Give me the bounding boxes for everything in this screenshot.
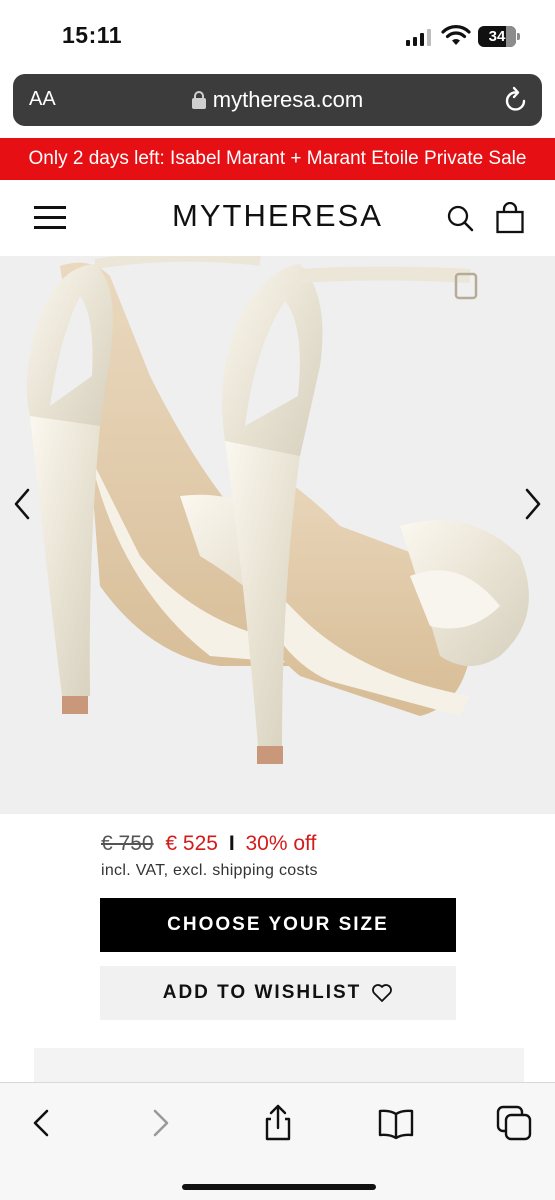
choose-size-button[interactable]: CHOOSE YOUR SIZE [100,898,456,952]
add-to-wishlist-button[interactable]: ADD TO WISHLIST [100,966,456,1020]
browser-address-area: AA mytheresa.com [0,72,555,138]
bookmarks-icon[interactable] [376,1103,416,1143]
wishlist-label: ADD TO WISHLIST [162,982,362,1003]
vat-note: incl. VAT, excl. shipping costs [101,862,318,879]
status-time: 15:11 [62,22,123,48]
discount-badge: 30% off [245,832,317,855]
url-display[interactable]: mytheresa.com [13,87,542,113]
cellular-signal-icon [406,28,431,46]
forward-icon[interactable] [140,1103,180,1143]
site-header: MYTHERESA [0,180,555,256]
status-bar: 15:11 34 [0,0,555,72]
product-image[interactable] [0,256,555,814]
original-price: € 750 [101,832,154,855]
next-image-icon[interactable] [519,484,549,524]
search-icon[interactable] [446,204,474,232]
reload-icon[interactable] [503,86,529,114]
heart-icon [372,984,393,1002]
battery-icon: 34 [478,26,520,47]
price-separator: I [228,832,235,855]
promo-banner[interactable]: Only 2 days left: Isabel Marant + Marant… [0,138,555,180]
price-line: € 750 € 525 I 30% off [101,832,316,856]
address-bar[interactable]: AA mytheresa.com [13,74,542,126]
shopping-bag-icon[interactable] [495,202,525,234]
sale-price: € 525 [165,832,218,855]
previous-image-icon[interactable] [6,484,36,524]
product-photo [26,256,529,764]
battery-level: 34 [488,28,506,45]
back-icon[interactable] [22,1103,62,1143]
browser-toolbar [0,1082,555,1200]
wifi-icon [441,25,471,45]
url-text: mytheresa.com [212,87,364,112]
share-icon[interactable] [258,1103,298,1143]
home-indicator [182,1184,376,1190]
lock-icon [191,91,206,109]
tabs-icon[interactable] [494,1103,534,1143]
